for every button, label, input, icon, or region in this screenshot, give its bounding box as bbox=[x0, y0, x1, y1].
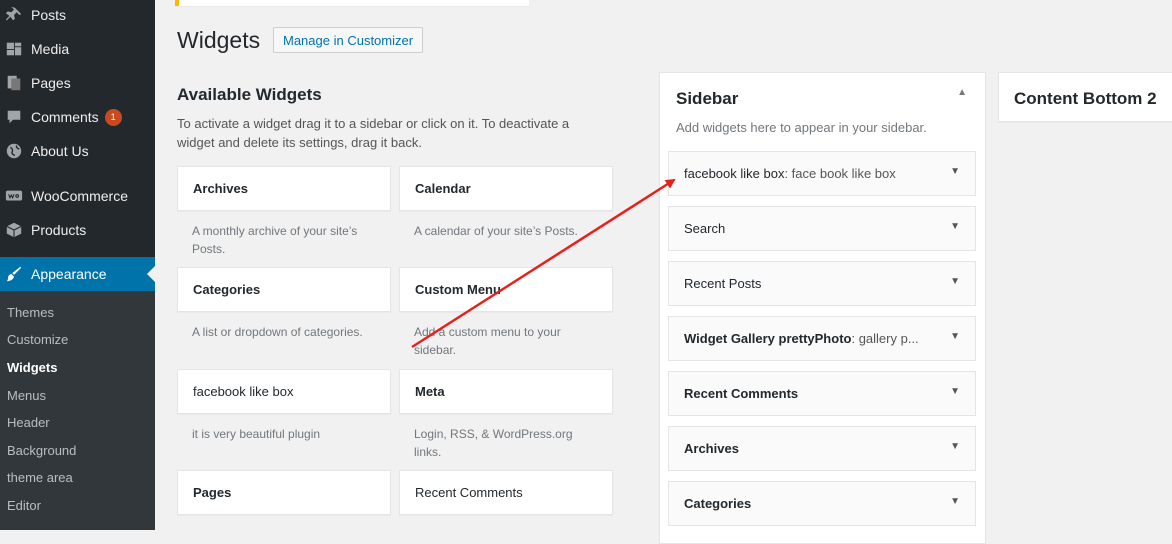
menu-item-posts[interactable]: Posts bbox=[0, 0, 155, 32]
widget-description: A calendar of your site’s Posts. bbox=[414, 224, 578, 238]
widget-description: A list or dropdown of categories. bbox=[192, 325, 363, 339]
widget-title: Pages bbox=[193, 485, 232, 500]
sidebar-widget-facebook-like-box[interactable]: facebook like box: face book like box ▼ bbox=[668, 151, 976, 196]
expand-down-icon[interactable]: ▼ bbox=[950, 276, 960, 287]
woocommerce-icon bbox=[4, 186, 24, 206]
widget-title: facebook like box bbox=[193, 384, 294, 399]
submenu-background[interactable]: Background bbox=[7, 437, 76, 464]
sidebar-widget-subtitle: : face book like box bbox=[784, 166, 896, 181]
menu-item-comments[interactable]: Comments 1 bbox=[0, 100, 155, 134]
widget-archives[interactable]: Archives bbox=[177, 166, 391, 211]
widget-description: Login, RSS, & WordPress.org links. bbox=[414, 427, 573, 459]
sidebar-widget-title: Categories bbox=[684, 496, 752, 511]
widget-recent-comments[interactable]: Recent Comments bbox=[399, 470, 613, 515]
expand-down-icon[interactable]: ▼ bbox=[950, 496, 960, 507]
widget-description: Add a custom menu to your sidebar. bbox=[414, 325, 561, 357]
menu-label-products: Products bbox=[31, 222, 87, 238]
manage-in-customizer-button[interactable]: Manage in Customizer bbox=[273, 27, 424, 53]
submenu-customize[interactable]: Customize bbox=[7, 326, 68, 353]
expand-down-icon[interactable]: ▼ bbox=[950, 166, 960, 177]
sidebar-widget-archives[interactable]: Archives ▼ bbox=[668, 426, 976, 471]
sidebar-widget-title: Widget Gallery prettyPhoto bbox=[684, 331, 852, 346]
menu-item-pages[interactable]: Pages bbox=[0, 66, 155, 100]
expand-down-icon[interactable]: ▼ bbox=[950, 331, 960, 342]
widget-title: Archives bbox=[193, 181, 248, 196]
available-widgets-title: Available Widgets bbox=[177, 85, 322, 104]
sidebar-widget-title: Archives bbox=[684, 441, 739, 456]
widget-categories[interactable]: Categories bbox=[177, 267, 391, 312]
widget-title: Calendar bbox=[415, 181, 471, 196]
expand-down-icon[interactable]: ▼ bbox=[950, 441, 960, 452]
widget-description: A monthly archive of your site’s Posts. bbox=[192, 224, 358, 256]
sidebar-widget-title: Recent Comments bbox=[684, 386, 799, 401]
widget-description: it is very beautiful plugin bbox=[192, 427, 321, 441]
widget-pages[interactable]: Pages bbox=[177, 470, 391, 515]
sidebar-widget-title: facebook like box bbox=[684, 166, 785, 181]
content-bottom-2-area[interactable]: Content Bottom 2 bbox=[998, 72, 1172, 122]
expand-down-icon[interactable]: ▼ bbox=[950, 221, 960, 232]
widget-title: Meta bbox=[415, 384, 445, 399]
submenu-themes[interactable]: Themes bbox=[7, 299, 54, 326]
submenu-editor[interactable]: Editor bbox=[7, 492, 41, 519]
sidebar-widget-title: Search bbox=[684, 221, 726, 236]
menu-label-comments: Comments bbox=[31, 109, 99, 125]
page-title: Widgets bbox=[177, 27, 261, 53]
menu-label-about-us: About Us bbox=[31, 143, 89, 159]
collapse-up-icon[interactable]: ▲ bbox=[957, 87, 967, 98]
globe-icon bbox=[4, 141, 24, 161]
admin-menu: Posts Media Pages Comments 1 About Us Wo… bbox=[0, 0, 155, 530]
sidebar-description: Add widgets here to appear in your sideb… bbox=[676, 120, 927, 135]
media-icon bbox=[4, 39, 24, 59]
widget-title: Recent Comments bbox=[415, 485, 523, 500]
submenu-header[interactable]: Header bbox=[7, 409, 50, 436]
widget-title: Categories bbox=[193, 282, 261, 297]
box-icon bbox=[4, 220, 24, 240]
menu-item-about-us[interactable]: About Us bbox=[0, 134, 155, 168]
sidebar-widget-area: Sidebar ▲ Add widgets here to appear in … bbox=[659, 72, 986, 544]
pages-icon bbox=[4, 73, 24, 93]
menu-item-appearance[interactable]: Appearance bbox=[0, 257, 155, 291]
submenu-widgets[interactable]: Widgets bbox=[7, 354, 57, 381]
sidebar-title: Sidebar bbox=[676, 89, 739, 108]
menu-label-pages: Pages bbox=[31, 75, 71, 91]
sidebar-widget-recent-posts[interactable]: Recent Posts ▼ bbox=[668, 261, 976, 306]
widget-meta[interactable]: Meta bbox=[399, 369, 613, 414]
sidebar-widget-gallery-prettyphoto[interactable]: Widget Gallery prettyPhoto: gallery p...… bbox=[668, 316, 976, 361]
sidebar-widget-title: Recent Posts bbox=[684, 276, 762, 291]
widget-title: Custom Menu bbox=[415, 282, 501, 297]
paintbrush-icon bbox=[4, 264, 24, 284]
menu-label-posts: Posts bbox=[31, 7, 67, 23]
sidebar-widget-categories[interactable]: Categories ▼ bbox=[668, 481, 976, 526]
pushpin-icon bbox=[4, 5, 24, 25]
comments-badge: 1 bbox=[104, 108, 122, 126]
sidebar-widget-subtitle: : gallery p... bbox=[851, 331, 919, 346]
widget-custom-menu[interactable]: Custom Menu bbox=[399, 267, 613, 312]
comment-icon bbox=[4, 107, 24, 127]
admin-notice bbox=[175, 0, 529, 6]
menu-label-appearance: Appearance bbox=[31, 266, 107, 282]
appearance-submenu: Themes Customize Widgets Menus Header Ba… bbox=[0, 291, 155, 530]
menu-label-media: Media bbox=[31, 41, 70, 57]
available-widgets-description: To activate a widget drag it to a sideba… bbox=[177, 116, 570, 150]
widget-facebook-like-box[interactable]: facebook like box bbox=[177, 369, 391, 414]
sidebar-widget-recent-comments[interactable]: Recent Comments ▼ bbox=[668, 371, 976, 416]
menu-item-products[interactable]: Products bbox=[0, 213, 155, 247]
widget-calendar[interactable]: Calendar bbox=[399, 166, 613, 211]
content-bottom-title: Content Bottom 2 bbox=[1014, 89, 1157, 108]
submenu-menus[interactable]: Menus bbox=[7, 382, 46, 409]
active-menu-pointer bbox=[147, 266, 155, 282]
submenu-theme-area[interactable]: theme area bbox=[7, 464, 73, 491]
menu-item-woocommerce[interactable]: WooCommerce bbox=[0, 179, 155, 213]
menu-label-woocommerce: WooCommerce bbox=[31, 188, 128, 204]
menu-item-media[interactable]: Media bbox=[0, 32, 155, 66]
expand-down-icon[interactable]: ▼ bbox=[950, 386, 960, 397]
sidebar-widget-search[interactable]: Search ▼ bbox=[668, 206, 976, 251]
